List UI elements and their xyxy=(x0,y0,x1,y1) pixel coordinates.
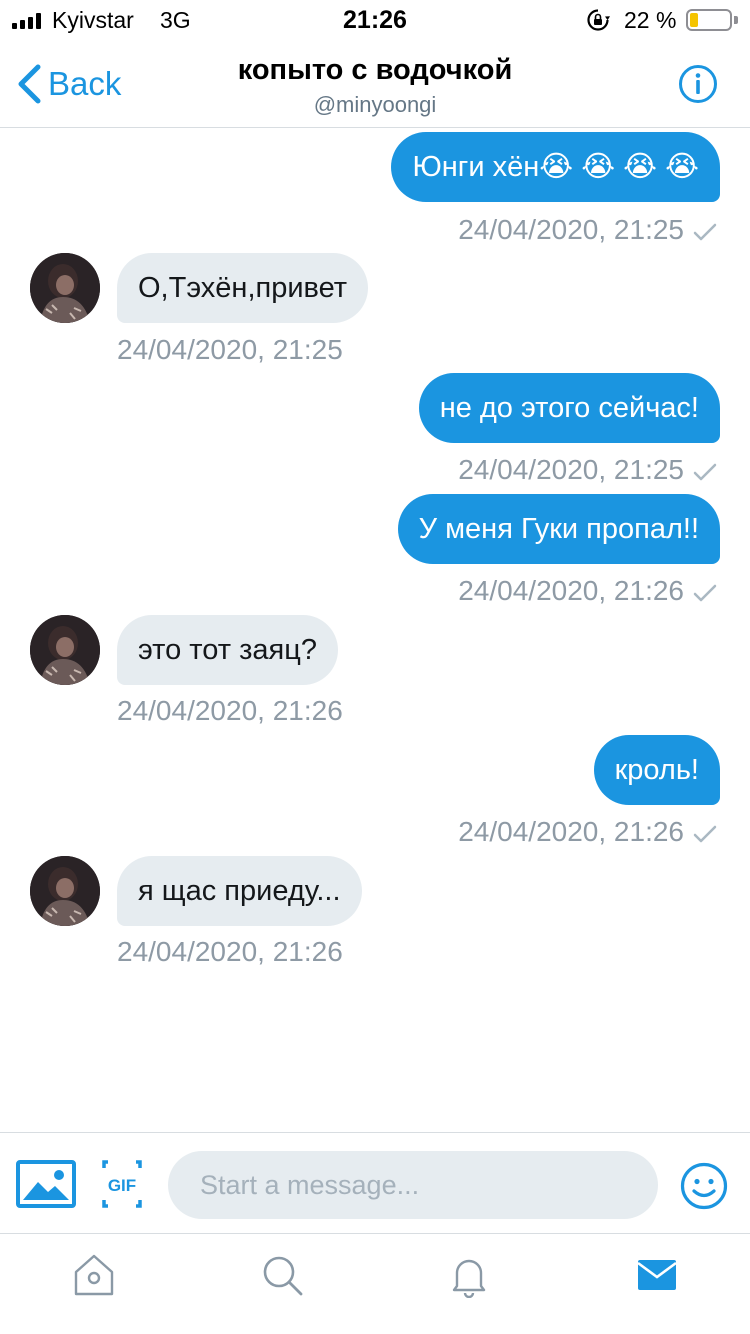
contact-avatar[interactable] xyxy=(30,253,100,323)
message-timestamp: 24/04/2020, 21:26 xyxy=(117,936,343,967)
home-icon[interactable] xyxy=(71,1252,117,1298)
conversation-handle: @minyoongi xyxy=(313,92,437,117)
battery-percent: 22 % xyxy=(624,7,677,33)
conversation-title: копыто с водочкой xyxy=(237,54,513,86)
image-icon[interactable] xyxy=(16,1160,76,1208)
message-timestamp: 24/04/2020, 21:25 xyxy=(458,454,718,486)
rotation-lock-icon xyxy=(587,9,610,31)
gif-icon: GIF xyxy=(102,1160,142,1208)
message-timestamp: 24/04/2020, 21:25 xyxy=(458,214,718,246)
timestamp-text: 24/04/2020, 21:25 xyxy=(458,214,684,245)
avatar-image xyxy=(30,253,100,323)
sent-check-icon xyxy=(693,825,717,842)
avatar-image xyxy=(30,615,100,685)
incoming-message-bubble[interactable]: О,Тэхён,привет xyxy=(117,253,369,323)
timestamp-text: 24/04/2020, 21:26 xyxy=(458,816,684,847)
tab-bar xyxy=(0,1234,750,1334)
avatar-image xyxy=(30,856,100,926)
battery-level xyxy=(690,13,698,27)
info-icon[interactable] xyxy=(678,64,718,104)
gif-button[interactable]: GIF xyxy=(102,1160,142,1208)
timestamp-text: 24/04/2020, 21:25 xyxy=(458,454,684,485)
message-list: Юнги хён😭 😭 😭 😭 24/04/2020, 21:25 О,Тэхё… xyxy=(0,128,750,1132)
gif-label: GIF xyxy=(108,1176,136,1195)
message-timestamp: 24/04/2020, 21:25 xyxy=(117,334,343,365)
outgoing-message-bubble[interactable]: Юнги хён😭 😭 😭 😭 xyxy=(391,132,720,202)
message-input[interactable] xyxy=(168,1151,658,1219)
incoming-message-bubble[interactable]: я щас приеду... xyxy=(117,856,362,926)
sent-check-icon xyxy=(693,584,717,601)
outgoing-message-bubble[interactable]: не до этого сейчас! xyxy=(418,373,720,443)
contact-avatar[interactable] xyxy=(30,856,100,926)
message-timestamp: 24/04/2020, 21:26 xyxy=(458,816,718,848)
battery-nub xyxy=(734,16,738,24)
message-timestamp: 24/04/2020, 21:26 xyxy=(117,695,343,726)
message-timestamp: 24/04/2020, 21:26 xyxy=(458,575,718,607)
outgoing-message-bubble[interactable]: кроль! xyxy=(593,735,720,805)
conversation-header: Back копыто с водочкой @minyoongi xyxy=(0,40,750,128)
search-icon[interactable] xyxy=(259,1252,305,1298)
message-composer: GIF xyxy=(0,1132,750,1234)
outgoing-message-bubble[interactable]: У меня Гуки пропал!! xyxy=(397,494,720,564)
sent-check-icon xyxy=(693,223,717,240)
sent-check-icon xyxy=(693,463,717,480)
smiley-icon[interactable] xyxy=(680,1162,728,1210)
incoming-message-bubble[interactable]: это тот заяц? xyxy=(117,615,338,685)
bell-icon[interactable] xyxy=(446,1252,492,1298)
battery-icon xyxy=(686,9,732,31)
contact-avatar[interactable] xyxy=(30,615,100,685)
timestamp-text: 24/04/2020, 21:26 xyxy=(458,575,684,606)
mail-icon[interactable] xyxy=(634,1252,680,1298)
status-bar: Kyivstar 3G 21:26 22 % xyxy=(0,0,750,40)
